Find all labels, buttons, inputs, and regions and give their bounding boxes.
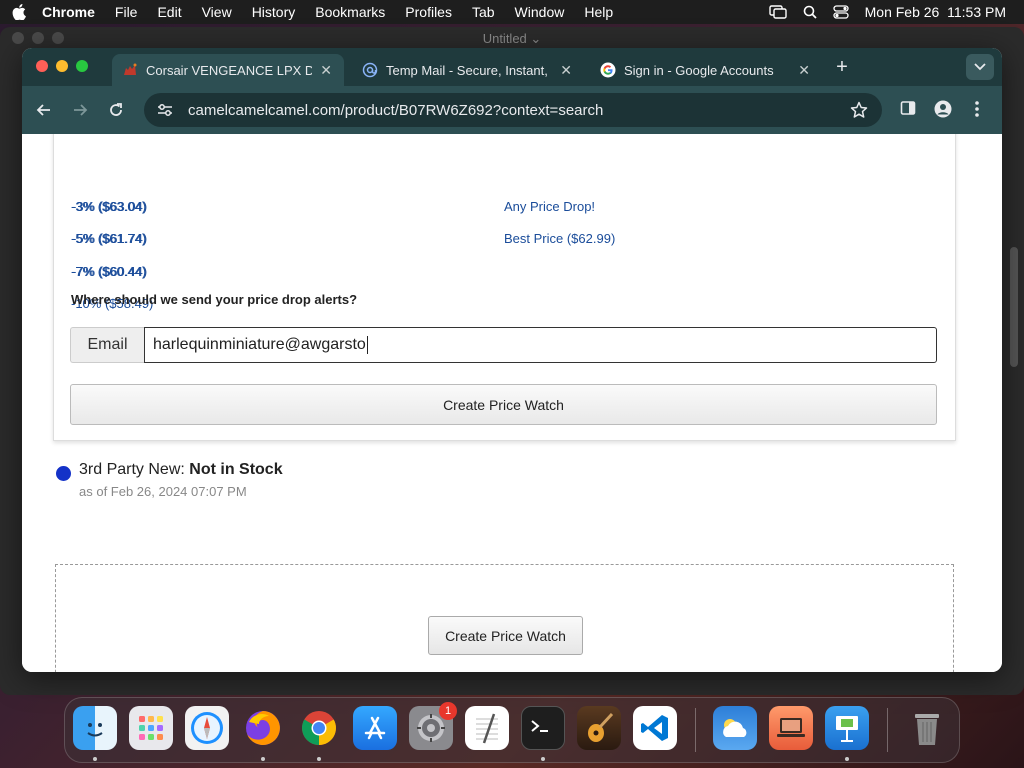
tab-google-signin[interactable]: Sign in - Google Accounts ✕ xyxy=(590,54,822,86)
page-content: -3% ($63.04) -5% ($61.74) -7% ($60.44) -… xyxy=(22,134,1002,672)
camel-favicon-icon xyxy=(122,62,138,78)
third-party-watch-box: Create Price Watch xyxy=(55,564,954,672)
menu-history[interactable]: History xyxy=(252,4,296,20)
forward-button[interactable] xyxy=(70,100,90,120)
menu-profiles[interactable]: Profiles xyxy=(405,4,452,20)
menu-bar: Chrome File Edit View History Bookmarks … xyxy=(0,0,1024,24)
close-tab-icon[interactable]: ✕ xyxy=(796,62,812,79)
chrome-icon[interactable] xyxy=(297,706,341,750)
back-button[interactable] xyxy=(34,100,54,120)
site-settings-icon[interactable] xyxy=(156,101,174,119)
dock: 1 xyxy=(64,697,960,763)
launchpad-icon[interactable] xyxy=(129,706,173,750)
garageband-icon[interactable] xyxy=(577,706,621,750)
background-window-title: Untitled ⌄ xyxy=(482,31,542,46)
firefox-icon[interactable] xyxy=(241,706,285,750)
price-watch-form: Where should we send your price drop ale… xyxy=(53,134,956,441)
tab-search-button[interactable] xyxy=(966,54,994,80)
maximize-window-button[interactable] xyxy=(76,60,88,72)
screen-mirroring-icon[interactable] xyxy=(768,5,787,19)
third-party-title: 3rd Party New: Not in Stock xyxy=(79,461,283,478)
menu-bookmarks[interactable]: Bookmarks xyxy=(315,4,385,20)
spotlight-search-icon[interactable] xyxy=(803,5,817,19)
tab-corsair[interactable]: Corsair VENGEANCE LPX DDR4 ✕ xyxy=(112,54,344,86)
weather-icon[interactable] xyxy=(713,706,757,750)
close-tab-icon[interactable]: ✕ xyxy=(318,62,334,79)
email-field-value: harlequinminiature@awgarsto xyxy=(153,336,366,353)
menu-view[interactable]: View xyxy=(202,4,232,20)
trash-icon[interactable] xyxy=(905,706,949,750)
third-party-status-dot xyxy=(56,466,71,481)
finder-icon[interactable] xyxy=(73,706,117,750)
notification-badge: 1 xyxy=(439,702,457,720)
menu-tab[interactable]: Tab xyxy=(472,4,495,20)
window-controls xyxy=(36,60,88,72)
email-field[interactable]: harlequinminiature@awgarsto xyxy=(144,327,937,363)
new-tab-button[interactable]: + xyxy=(832,57,852,78)
close-tab-icon[interactable]: ✕ xyxy=(558,62,574,79)
terminal-icon[interactable] xyxy=(521,706,565,750)
email-input-group: Email harlequinminiature@awgarsto xyxy=(70,327,937,363)
menu-file[interactable]: File xyxy=(115,4,138,20)
textedit-icon[interactable] xyxy=(465,706,509,750)
at-sign-favicon-icon xyxy=(362,62,378,78)
profile-avatar-icon[interactable] xyxy=(934,100,952,123)
tab-title: Sign in - Google Accounts xyxy=(624,62,774,78)
apple-icon[interactable] xyxy=(12,4,28,20)
background-scrollbar[interactable] xyxy=(1010,247,1018,367)
close-window-button[interactable] xyxy=(36,60,48,72)
tab-temp-mail[interactable]: Temp Mail - Secure, Instant, F ✕ xyxy=(352,54,584,86)
browser-toolbar: camelcamelcamel.com/product/B07RW6Z692?c… xyxy=(22,86,1002,134)
vscode-icon[interactable] xyxy=(633,706,677,750)
reload-button[interactable] xyxy=(106,100,126,120)
control-center-icon[interactable] xyxy=(832,5,849,19)
email-label: Email xyxy=(70,327,144,363)
text-caret xyxy=(366,336,368,354)
tab-title: Corsair VENGEANCE LPX DDR4 xyxy=(146,62,313,78)
reload-icon xyxy=(110,103,122,116)
google-favicon-icon xyxy=(600,62,616,78)
side-panel-icon[interactable] xyxy=(900,100,916,121)
screen-sharing-icon[interactable] xyxy=(769,706,813,750)
menu-app-name[interactable]: Chrome xyxy=(42,4,95,20)
url-text: camelcamelcamel.com/product/B07RW6Z692?c… xyxy=(188,101,604,119)
forward-arrow-icon xyxy=(74,104,88,116)
chrome-window: Corsair VENGEANCE LPX DDR4 ✕ Temp Mail -… xyxy=(22,48,1002,672)
system-settings-icon[interactable]: 1 xyxy=(409,702,457,750)
app-store-icon[interactable] xyxy=(353,706,397,750)
as-of-timestamp: as of Feb 26, 2024 07:07 PM xyxy=(79,484,247,499)
tab-bar: Corsair VENGEANCE LPX DDR4 ✕ Temp Mail -… xyxy=(22,48,1002,86)
kebab-menu-icon[interactable] xyxy=(974,100,980,123)
alert-destination-question: Where should we send your price drop ale… xyxy=(71,292,358,307)
safari-icon[interactable] xyxy=(185,706,229,750)
menu-help[interactable]: Help xyxy=(584,4,613,20)
chevron-down-icon xyxy=(974,63,986,71)
minimize-window-button[interactable] xyxy=(56,60,68,72)
keynote-icon[interactable] xyxy=(825,706,869,750)
tab-title: Temp Mail - Secure, Instant, F xyxy=(386,62,553,78)
menu-window[interactable]: Window xyxy=(515,4,565,20)
address-bar[interactable]: camelcamelcamel.com/product/B07RW6Z692?c… xyxy=(144,93,882,127)
create-price-watch-button-third-party[interactable]: Create Price Watch xyxy=(428,616,583,655)
create-price-watch-button[interactable]: Create Price Watch xyxy=(70,384,937,425)
menu-edit[interactable]: Edit xyxy=(157,4,181,20)
back-arrow-icon xyxy=(36,104,50,116)
bookmark-star-icon[interactable] xyxy=(850,101,868,124)
menubar-datetime[interactable]: Mon Feb 26 11:53 PM xyxy=(865,4,1006,20)
stock-status: Not in Stock xyxy=(189,461,283,478)
